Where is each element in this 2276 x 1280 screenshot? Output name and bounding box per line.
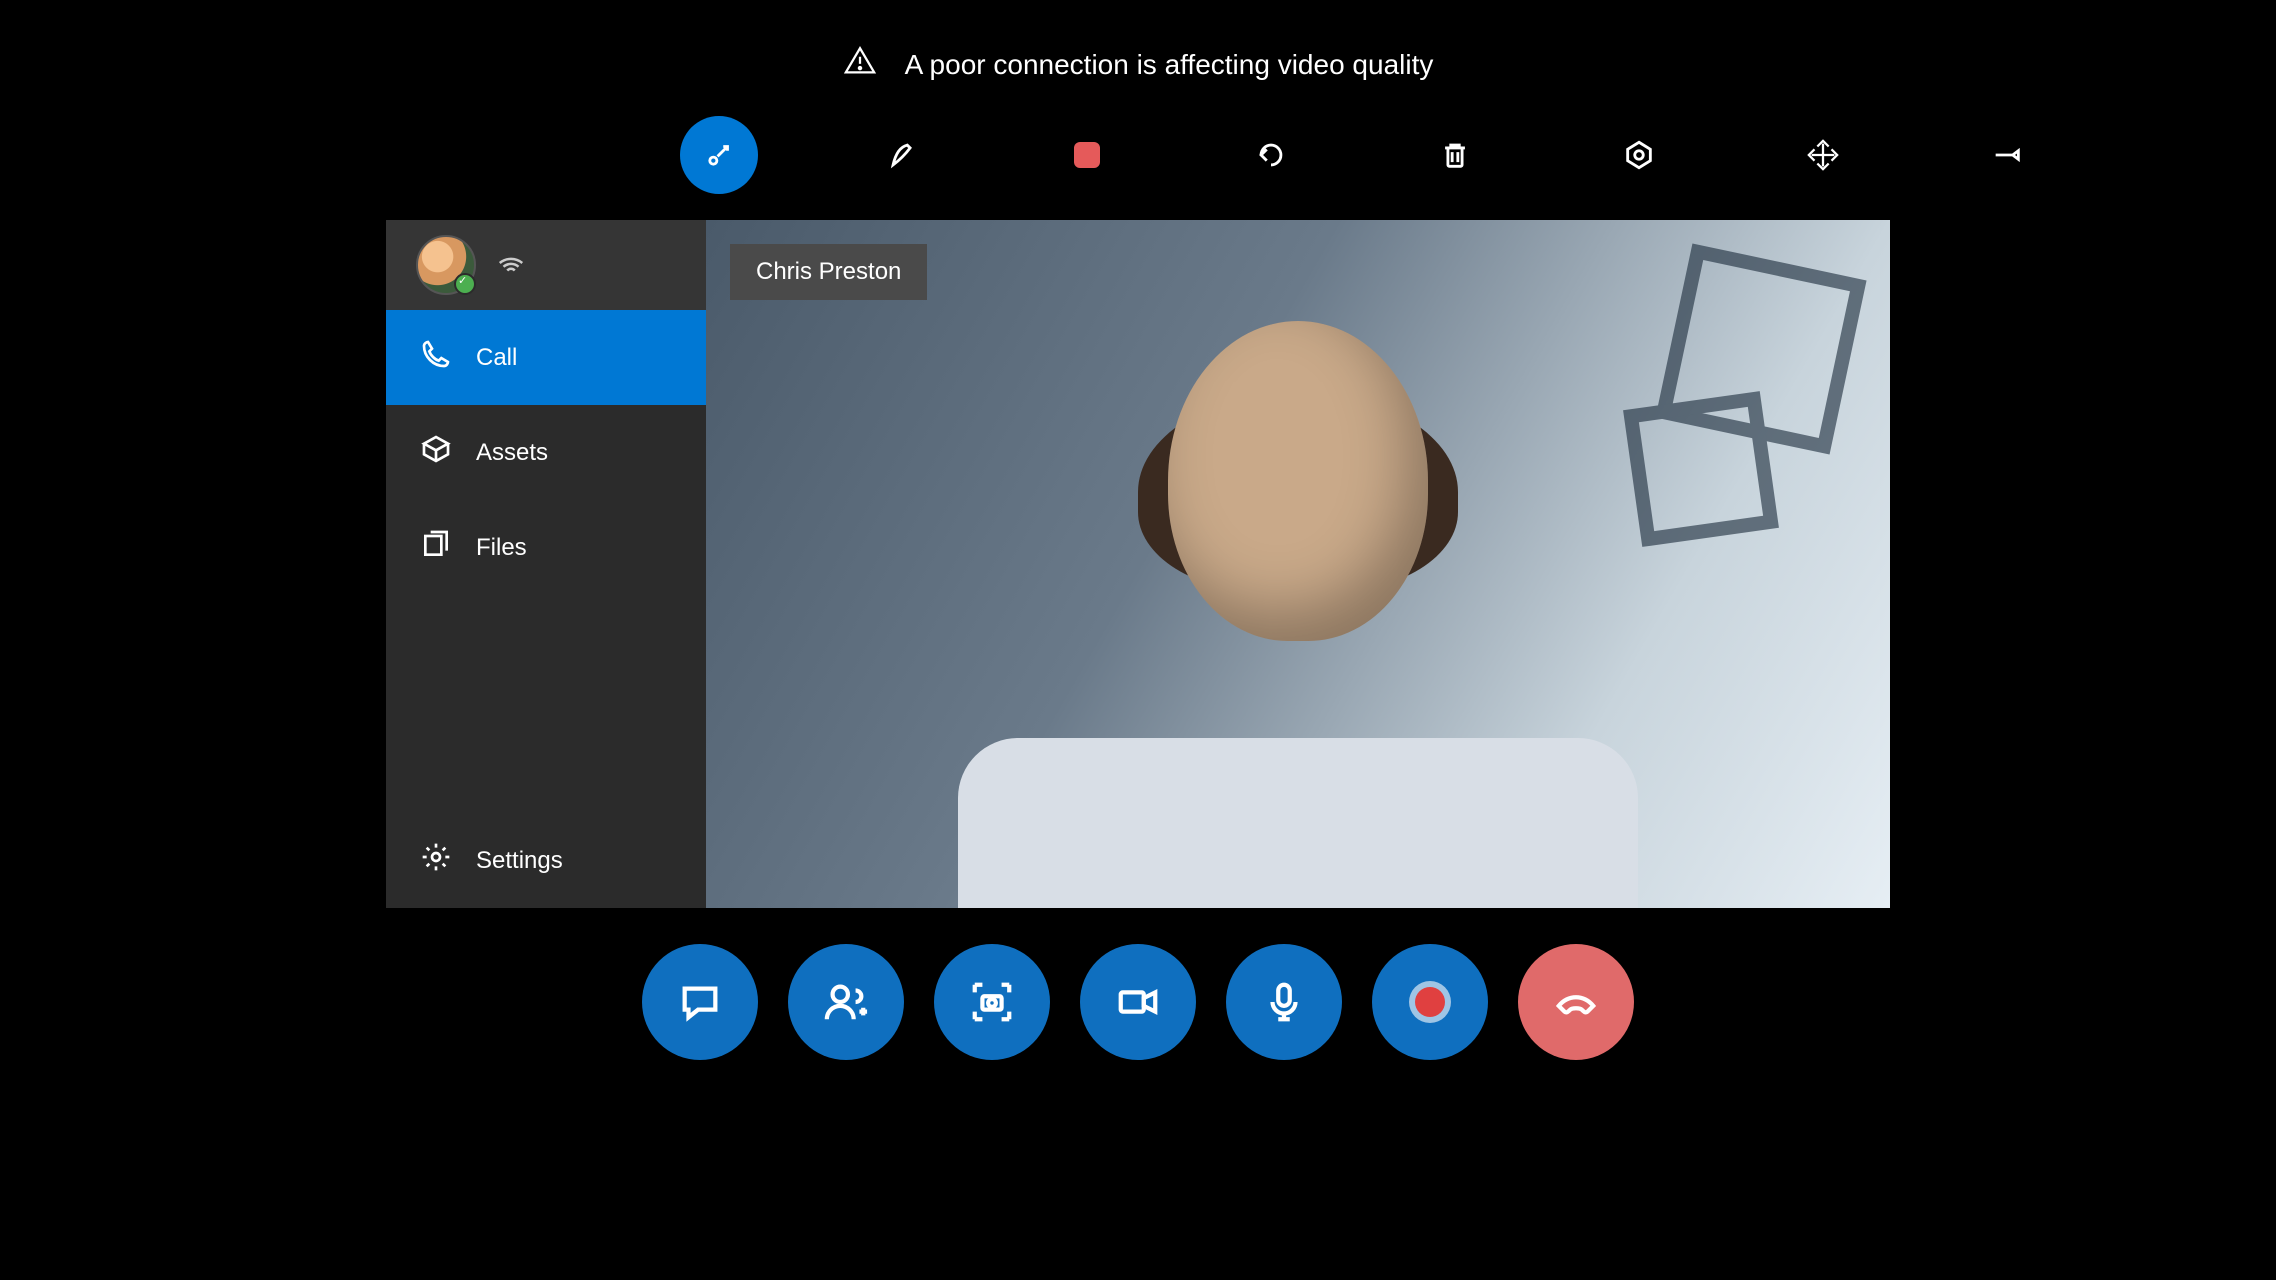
video-feed: Chris Preston — [706, 220, 1890, 908]
expand-button[interactable] — [1784, 116, 1862, 194]
call-controls — [642, 944, 1634, 1060]
sidebar-item-files[interactable]: Files — [386, 500, 706, 595]
record-icon — [1415, 987, 1445, 1017]
track-button[interactable] — [1600, 116, 1678, 194]
chat-button[interactable] — [642, 944, 758, 1060]
delete-button[interactable] — [1416, 116, 1494, 194]
call-panel: Call Assets Files Settings Chris Pres — [386, 220, 1890, 908]
profile-header — [386, 220, 706, 310]
remote-participant-image — [978, 340, 1618, 908]
record-button[interactable] — [1372, 944, 1488, 1060]
sidebar-item-label: Settings — [476, 847, 563, 875]
sidebar-item-call[interactable]: Call — [386, 310, 706, 405]
add-people-button[interactable] — [788, 944, 904, 1060]
pin-button[interactable] — [1968, 116, 2046, 194]
caller-name: Chris Preston — [756, 258, 901, 285]
caller-name-chip: Chris Preston — [730, 244, 927, 300]
sidebar-item-label: Call — [476, 344, 517, 372]
phone-icon — [420, 338, 452, 377]
annotation-toolbar — [680, 116, 2046, 194]
connection-icon — [496, 248, 526, 283]
sidebar-item-settings[interactable]: Settings — [386, 813, 706, 908]
presence-indicator — [454, 273, 476, 295]
square-icon — [1074, 142, 1100, 168]
mic-button[interactable] — [1226, 944, 1342, 1060]
avatar[interactable] — [416, 235, 476, 295]
sidebar: Call Assets Files Settings — [386, 220, 706, 908]
sidebar-item-assets[interactable]: Assets — [386, 405, 706, 500]
undo-button[interactable] — [1232, 116, 1310, 194]
snapshot-button[interactable] — [934, 944, 1050, 1060]
gear-icon — [420, 841, 452, 880]
warning-text: A poor connection is affecting video qua… — [905, 49, 1434, 81]
pointer-tool-button[interactable] — [680, 116, 758, 194]
box-icon — [420, 433, 452, 472]
draw-tool-button[interactable] — [864, 116, 942, 194]
shape-tool-button[interactable] — [1048, 116, 1126, 194]
sidebar-item-label: Assets — [476, 439, 548, 467]
sidebar-item-label: Files — [476, 534, 527, 562]
files-icon — [420, 528, 452, 567]
warning-icon — [843, 44, 877, 85]
end-call-button[interactable] — [1518, 944, 1634, 1060]
connection-warning: A poor connection is affecting video qua… — [0, 44, 2276, 85]
video-button[interactable] — [1080, 944, 1196, 1060]
